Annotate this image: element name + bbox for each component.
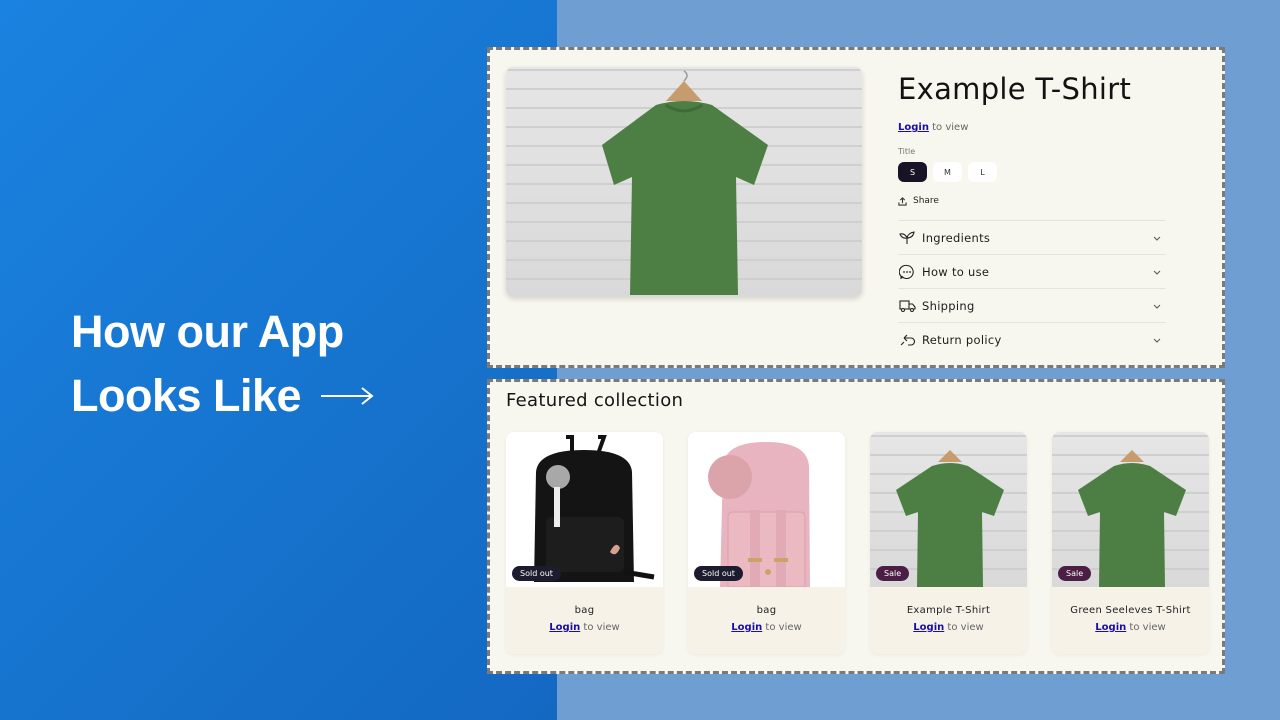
share-icon: [898, 196, 907, 206]
product-card[interactable]: Sale Example T-Shirt Login to view: [870, 432, 1027, 654]
headline-line-1: How our App: [71, 306, 344, 357]
product-image: Sale: [1052, 432, 1209, 587]
accordion-label: Ingredients: [922, 230, 991, 245]
pink-backpack-image: [708, 442, 810, 587]
login-link[interactable]: Login: [1095, 622, 1126, 633]
truck-icon: [898, 297, 916, 315]
login-prompt: Login to view: [898, 122, 1166, 133]
sold-out-badge: Sold out: [694, 566, 743, 581]
login-suffix: to view: [580, 622, 620, 633]
chevron-down-icon: [1153, 236, 1161, 241]
accordion-label: Shipping: [922, 298, 975, 313]
sale-badge: Sale: [1058, 566, 1092, 581]
return-arrow-icon: [898, 331, 916, 349]
login-link[interactable]: Login: [898, 122, 929, 133]
size-option-l[interactable]: L: [968, 162, 997, 182]
tshirt-on-hanger-image: [1078, 450, 1186, 587]
accordion-ingredients[interactable]: Ingredients: [898, 221, 1166, 255]
product-image[interactable]: [506, 67, 862, 297]
login-prompt: Login to view: [1052, 622, 1209, 633]
chat-bubble-icon: [898, 263, 916, 281]
featured-collection-panel: Featured collection Sold out bag Login t…: [487, 379, 1225, 674]
product-page-panel: Example T-Shirt Login to view Title S M …: [487, 47, 1225, 368]
size-option-s[interactable]: S: [898, 162, 927, 182]
accordion-return-policy[interactable]: Return policy: [898, 323, 1166, 357]
login-suffix: to view: [1126, 622, 1166, 633]
product-card[interactable]: Sold out bag Login to view: [506, 432, 663, 654]
share-button[interactable]: Share: [898, 196, 1166, 206]
option-label: Title: [898, 147, 916, 156]
product-name: bag: [574, 605, 595, 616]
chevron-down-icon: [1153, 270, 1161, 275]
login-prompt: Login to view: [688, 622, 845, 633]
sale-badge: Sale: [876, 566, 910, 581]
accordion-label: How to use: [922, 264, 990, 279]
arrow-right-icon: [321, 387, 374, 405]
headline-line-2-text: Looks Like: [71, 370, 302, 421]
login-link[interactable]: Login: [731, 622, 762, 633]
product-title: Example T-Shirt: [898, 72, 1132, 106]
product-card[interactable]: Sale Green Seeleves T-Shirt Login to vie…: [1052, 432, 1209, 654]
chevron-down-icon: [1153, 338, 1161, 343]
login-prompt: Login to view: [506, 622, 663, 633]
tshirt-on-hanger-image: [602, 70, 768, 295]
login-suffix: to view: [944, 622, 984, 633]
login-suffix: to view: [762, 622, 802, 633]
product-image: Sold out: [688, 432, 845, 587]
leaf-icon: [898, 229, 916, 247]
login-prompt: Login to view: [870, 622, 1027, 633]
sold-out-badge: Sold out: [512, 566, 561, 581]
headline-line-2: Looks Like: [71, 364, 375, 428]
accordion-shipping[interactable]: Shipping: [898, 289, 1166, 323]
featured-collection-title: Featured collection: [506, 390, 684, 411]
product-image: Sold out: [506, 432, 663, 587]
chevron-down-icon: [1153, 304, 1161, 309]
headline: How our App Looks Like: [71, 300, 375, 428]
product-name: bag: [756, 605, 777, 616]
tshirt-on-hanger-image: [896, 450, 1004, 587]
product-card[interactable]: Sold out bag Login to view: [688, 432, 845, 654]
product-info: Example T-Shirt Login to view Title S M …: [898, 70, 1166, 357]
product-name: Example T-Shirt: [906, 605, 991, 616]
login-link[interactable]: Login: [549, 622, 580, 633]
product-accordion: Ingredients How to use Shipping Return p…: [898, 220, 1166, 357]
product-name: Green Seeleves T-Shirt: [1070, 605, 1191, 616]
share-label: Share: [913, 196, 939, 206]
accordion-label: Return policy: [922, 333, 1002, 347]
product-image: Sale: [870, 432, 1027, 587]
accordion-how-to-use[interactable]: How to use: [898, 255, 1166, 289]
size-option-m[interactable]: M: [933, 162, 962, 182]
size-selector: S M L: [898, 162, 1166, 182]
login-link[interactable]: Login: [913, 622, 944, 633]
login-suffix: to view: [928, 122, 969, 133]
product-grid: Sold out bag Login to view Sold out bag …: [506, 432, 1209, 654]
black-backpack-image: [534, 435, 655, 582]
